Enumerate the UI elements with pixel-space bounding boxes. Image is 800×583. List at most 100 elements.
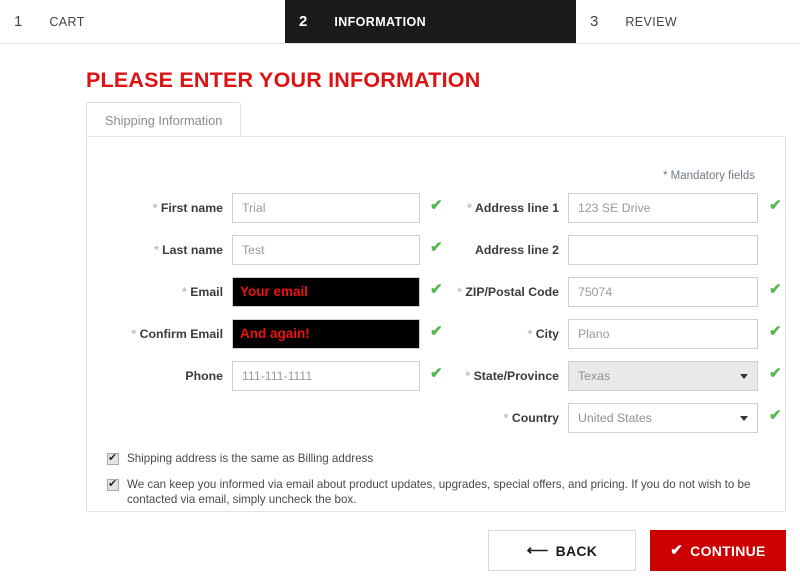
select-value: Texas (578, 369, 611, 383)
field-label: * Email (101, 277, 232, 307)
input-city[interactable]: Plano (568, 319, 758, 349)
check-icon: ✔ (670, 542, 684, 559)
valid-check-icon: ✔ (769, 281, 782, 298)
field-control (568, 235, 758, 265)
step-information[interactable]: 2 INFORMATION (285, 0, 576, 43)
input-address-line-2[interactable] (568, 235, 758, 265)
field-label-text: Address line 2 (474, 243, 559, 257)
required-asterisk: * (465, 369, 471, 383)
required-asterisk: * (153, 243, 159, 257)
step-label: REVIEW (625, 14, 678, 29)
input-last-name[interactable]: Test (232, 235, 420, 265)
arrow-left-icon: ⟵ (526, 542, 549, 559)
step-label: CART (49, 14, 85, 29)
field-label: * State/Province (437, 361, 568, 391)
required-asterisk: * (503, 411, 509, 425)
chevron-down-icon (740, 416, 748, 421)
field-label-text: Email (190, 285, 223, 299)
form-row: Address line 2 (437, 235, 773, 277)
continue-button-label: CONTINUE (690, 542, 766, 559)
valid-check-icon: ✔ (769, 407, 782, 424)
step-review[interactable]: 3 REVIEW (576, 0, 800, 43)
field-control: United States ✔ (568, 403, 782, 433)
shipping-information-panel: * Mandatory fields * First name Trial ✔ * L… (86, 136, 786, 512)
field-control: Test ✔ (232, 235, 443, 265)
required-asterisk: * (152, 201, 158, 215)
valid-check-icon: ✔ (769, 365, 782, 382)
field-label-text: City (535, 327, 559, 341)
required-asterisk: * (131, 327, 137, 341)
required-asterisk: * (181, 285, 187, 299)
step-number: 3 (590, 13, 599, 30)
field-label-text: First name (160, 201, 223, 215)
checkbox-marketing-optin[interactable] (107, 477, 119, 491)
form-row: * Email Your email ✔ (101, 277, 443, 319)
field-label: * Address line 1 (437, 193, 568, 223)
select-value: United States (578, 411, 652, 425)
step-label: INFORMATION (334, 14, 426, 29)
valid-check-icon: ✔ (769, 323, 782, 340)
form-row: * State/Province Texas ✔ (437, 361, 782, 403)
field-control: Your email ✔ (232, 277, 443, 307)
field-control: 75074 ✔ (568, 277, 782, 307)
form-row: * Country United States ✔ (437, 403, 782, 445)
field-label-text: Last name (162, 243, 223, 257)
checkbox-billing-same[interactable] (107, 451, 119, 465)
back-button-label: BACK (555, 542, 598, 559)
field-label: * ZIP/Postal Code (437, 277, 568, 307)
field-label-text: ZIP/Postal Code (465, 285, 559, 299)
chevron-down-icon (740, 374, 748, 379)
field-label: * Confirm Email (101, 319, 232, 349)
field-control: And again! ✔ (232, 319, 443, 349)
billing-same-checkbox-row[interactable]: Shipping address is the same as Billing … (107, 451, 777, 466)
field-control: 111-111-1111 ✔ (232, 361, 443, 391)
field-control: Trial ✔ (232, 193, 443, 223)
input-address-line-1[interactable]: 123 SE Drive (568, 193, 758, 223)
tab-shipping-information[interactable]: Shipping Information (86, 102, 242, 137)
step-number: 1 (14, 13, 23, 30)
form-row: * Confirm Email And again! ✔ (101, 319, 443, 361)
form-row: * ZIP/Postal Code 75074 ✔ (437, 277, 782, 319)
step-cart[interactable]: 1 CART (0, 0, 285, 43)
field-label-text: State/Province (473, 369, 559, 383)
page-title: PLEASE ENTER YOUR INFORMATION (86, 68, 481, 92)
field-label-text: Country (511, 411, 559, 425)
checkout-stepper: 1 CART 2 INFORMATION 3 REVIEW (0, 0, 800, 44)
continue-button[interactable]: ✔ CONTINUE (650, 530, 786, 571)
input-zip-postal-code[interactable]: 75074 (568, 277, 758, 307)
field-label-text: Phone (185, 369, 223, 383)
select-country[interactable]: United States (568, 403, 758, 433)
field-label: Address line 2 (437, 235, 568, 265)
field-label: * Country (437, 403, 568, 433)
step-number: 2 (299, 13, 308, 30)
back-button[interactable]: ⟵ BACK (488, 530, 636, 571)
select-state-province[interactable]: Texas (568, 361, 758, 391)
required-asterisk: * (527, 327, 533, 341)
field-control: 123 SE Drive ✔ (568, 193, 782, 223)
required-asterisk: * (457, 285, 462, 299)
field-control: Texas ✔ (568, 361, 782, 391)
field-label: Phone (101, 361, 232, 391)
tabstrip: Shipping Information (86, 102, 786, 137)
input-phone[interactable]: 111-111-1111 (232, 361, 420, 391)
field-control: Plano ✔ (568, 319, 782, 349)
form-row: Phone 111-111-1111 ✔ (101, 361, 443, 403)
valid-check-icon: ✔ (769, 197, 782, 214)
field-label: * City (437, 319, 568, 349)
field-label-text: Confirm Email (139, 327, 223, 341)
form-column-left: * First name Trial ✔ * Last name Test ✔ * Emai… (101, 193, 443, 403)
input-confirm-email[interactable]: And again! (232, 319, 420, 349)
form-row: * First name Trial ✔ (101, 193, 443, 235)
input-first-name[interactable]: Trial (232, 193, 420, 223)
marketing-optin-checkbox-row[interactable]: We can keep you informed via email about… (107, 477, 777, 507)
form-row: * Address line 1 123 SE Drive ✔ (437, 193, 782, 235)
tab-label: Shipping Information (105, 112, 223, 128)
field-label-text: Address line 1 (474, 201, 559, 215)
checkbox-billing-same-label: Shipping address is the same as Billing … (127, 452, 374, 465)
checkbox-marketing-optin-label: We can keep you informed via email about… (127, 478, 751, 506)
mandatory-fields-note: * Mandatory fields (662, 170, 755, 182)
input-email[interactable]: Your email (232, 277, 420, 307)
field-label: * First name (101, 193, 232, 223)
field-label: * Last name (101, 235, 232, 265)
form-row: * Last name Test ✔ (101, 235, 443, 277)
